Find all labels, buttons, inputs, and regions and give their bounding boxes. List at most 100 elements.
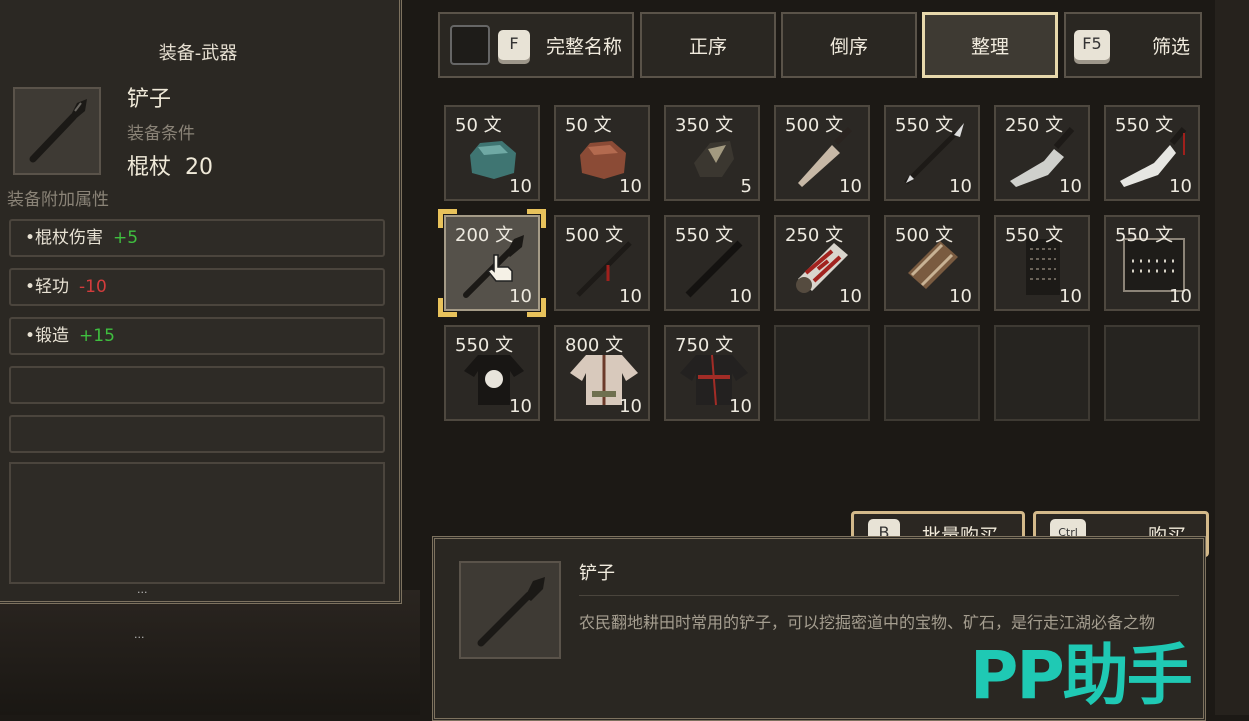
attribute-value: +5 [113, 228, 139, 248]
key-hint-f: F [498, 30, 530, 60]
shop-item-slot[interactable]: 500 文 10 [884, 215, 980, 311]
attribute-value: +15 [79, 326, 115, 346]
item-count: 10 [1059, 286, 1082, 307]
shop-item-slot[interactable]: 550 文 10 [1104, 105, 1200, 201]
item-count: 10 [839, 176, 862, 197]
item-count: 10 [1169, 176, 1192, 197]
item-price: 550 文 [675, 225, 734, 246]
attribute-name: •棍杖伤害 [25, 228, 104, 248]
item-price: 750 文 [675, 335, 734, 356]
full-name-checkbox[interactable] [450, 25, 490, 65]
dark-ore-icon [694, 141, 734, 177]
item-price: 500 文 [785, 115, 844, 136]
item-count: 5 [740, 176, 752, 197]
shop-item-slot[interactable]: 250 文 10 [994, 105, 1090, 201]
item-count: 10 [1059, 176, 1082, 197]
item-price: 550 文 [1115, 225, 1174, 246]
item-count: 10 [509, 176, 532, 197]
equipment-info-panel: 装备-武器 铲子 装备条件 棍杖 20 装备附加属性 •棍杖伤害 +5 •轻功 -10… [0, 0, 402, 604]
selection-corner [438, 298, 457, 317]
shop-item-slot[interactable]: 550 文 10 [1104, 215, 1200, 311]
item-price: 800 文 [565, 335, 624, 356]
item-count: 10 [949, 176, 972, 197]
shop-item-slot[interactable]: 550 文 10 [994, 215, 1090, 311]
shop-item-slot-empty[interactable] [1104, 325, 1200, 421]
item-price: 550 文 [1005, 225, 1064, 246]
shop-item-slot-selected[interactable]: 200 文 10 [438, 209, 546, 317]
tab-label: 完整名称 [546, 35, 623, 58]
shop-item-slot-empty[interactable] [774, 325, 870, 421]
item-price: 50 文 [565, 115, 612, 136]
tab-label: 正序 [688, 35, 727, 58]
item-price: 550 文 [1115, 115, 1174, 136]
equipped-item-name: 铲子 [127, 87, 172, 112]
item-price: 500 文 [895, 225, 954, 246]
shop-item-slot[interactable]: 350 文 5 [664, 105, 760, 201]
shop-item-slot[interactable]: 800 文 10 [554, 325, 650, 421]
attribute-row: •棍杖伤害 +5 [9, 219, 385, 257]
attribute-row: •锻造 +15 [9, 317, 385, 355]
sort-tab-bar: F 完整名称 正序 倒序 整理 F5 筛选 [438, 12, 1202, 78]
item-count: 10 [839, 286, 862, 307]
tab-label: 筛选 [1151, 35, 1190, 58]
requirement-level: 20 [185, 155, 214, 180]
item-count: 10 [619, 396, 642, 417]
item-price: 250 文 [1005, 115, 1064, 136]
attribute-row-empty [9, 366, 385, 404]
background-edge [1215, 0, 1249, 715]
item-count: 10 [619, 176, 642, 197]
tab-label: 倒序 [829, 35, 868, 58]
hand-cursor-icon [486, 254, 513, 282]
requirement-label: 装备条件 [127, 124, 195, 144]
tab-full-name[interactable]: F 完整名称 [438, 12, 634, 78]
attribute-row-empty [9, 415, 385, 453]
attribute-row: •轻功 -10 [9, 268, 385, 306]
attribute-box-empty [9, 462, 385, 584]
tab-organize[interactable]: 整理 [922, 12, 1058, 78]
shop-item-slot[interactable]: 50 文 10 [554, 105, 650, 201]
attribute-value: -10 [79, 277, 107, 297]
selection-corner [438, 209, 457, 228]
shop-item-slot[interactable]: 500 文 10 [774, 105, 870, 201]
shop-item-slot[interactable]: 550 文 10 [444, 325, 540, 421]
scroll-dots: ... [134, 628, 145, 641]
tab-ascending[interactable]: 正序 [640, 12, 776, 78]
equipped-item-icon [13, 87, 101, 175]
requirement-value: 棍杖 20 [127, 149, 213, 181]
background-scene [0, 590, 420, 715]
item-count: 10 [729, 286, 752, 307]
item-count: 10 [729, 396, 752, 417]
shop-item-slot[interactable]: 50 文 10 [444, 105, 540, 201]
attribute-name: •轻功 [25, 277, 70, 297]
watermark-logo: PP助手 [970, 637, 1193, 714]
scroll-dots: ... [137, 583, 148, 596]
requirement-skill: 棍杖 [127, 155, 172, 180]
item-price: 200 文 [455, 225, 514, 246]
selection-corner [527, 209, 546, 228]
shovel-icon [477, 577, 545, 647]
shop-item-slot[interactable]: 550 文 10 [664, 215, 760, 311]
divider [579, 595, 1179, 596]
shovel-icon [29, 99, 87, 163]
item-count: 10 [509, 396, 532, 417]
item-price: 550 文 [895, 115, 954, 136]
item-price: 50 文 [455, 115, 502, 136]
item-price: 350 文 [675, 115, 734, 136]
shop-item-slot[interactable]: 550 文 10 [884, 105, 980, 201]
attribute-name: •锻造 [25, 326, 70, 346]
item-count: 10 [619, 286, 642, 307]
shop-item-slot-empty[interactable] [994, 325, 1090, 421]
item-price: 250 文 [785, 225, 844, 246]
item-price: 550 文 [455, 335, 514, 356]
attribute-heading: 装备附加属性 [7, 190, 109, 210]
item-price: 500 文 [565, 225, 624, 246]
panel-title: 装备-武器 [158, 43, 238, 64]
shop-item-slot-empty[interactable] [884, 325, 980, 421]
tab-descending[interactable]: 倒序 [781, 12, 917, 78]
tab-filter[interactable]: F5 筛选 [1064, 12, 1202, 78]
shop-item-slot[interactable]: 750 文 10 [664, 325, 760, 421]
shop-item-slot[interactable]: 500 文 10 [554, 215, 650, 311]
tab-label: 整理 [970, 35, 1009, 58]
item-count: 10 [949, 286, 972, 307]
shop-item-slot[interactable]: 250 文 10 [774, 215, 870, 311]
